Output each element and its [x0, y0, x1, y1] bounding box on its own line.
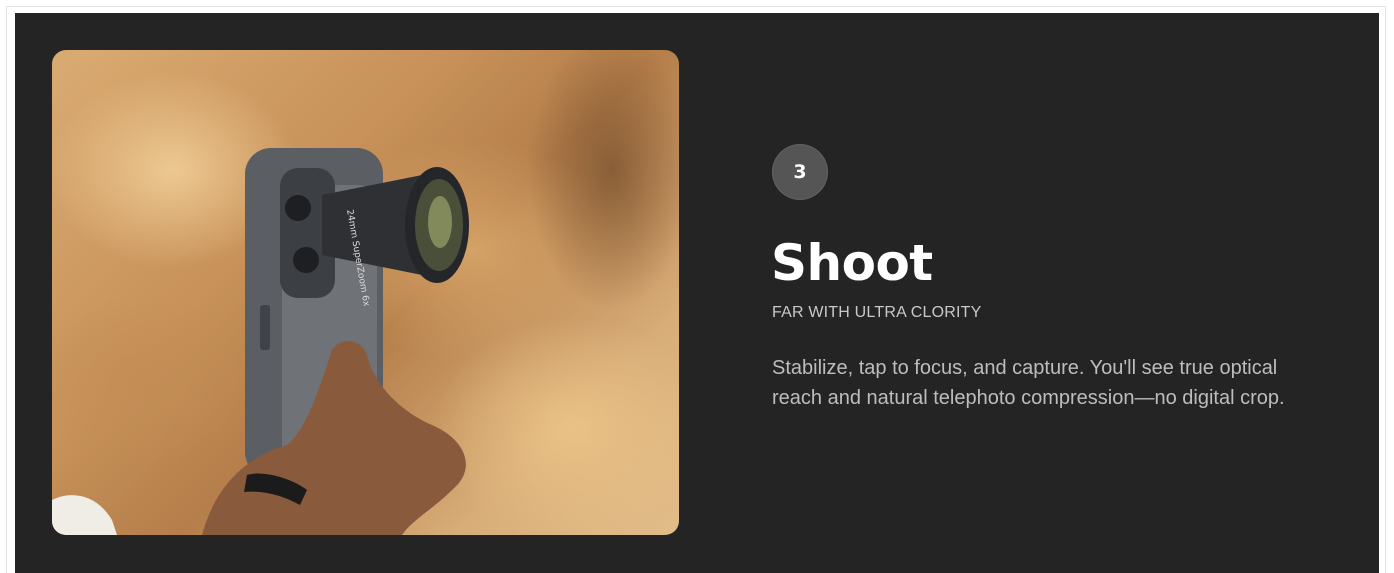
step-title: Shoot [771, 234, 933, 292]
phone-side-button [260, 305, 270, 350]
phone-with-lens-illustration: 24mm SuperZoom 6x [52, 148, 469, 535]
camera-lens-1 [285, 195, 311, 221]
camera-lens-2 [293, 247, 319, 273]
step-section: 24mm SuperZoom 6x 3 Shoot FAR WITH ULTRA… [15, 13, 1379, 573]
hand [202, 340, 466, 535]
lens-reflection [428, 196, 452, 248]
step-number-badge: 3 [772, 144, 828, 200]
step-description: Stabilize, tap to focus, and capture. Yo… [772, 357, 1285, 409]
product-photo: 24mm SuperZoom 6x [52, 50, 679, 535]
sleeve [52, 495, 117, 535]
step-subtitle: FAR WITH ULTRA CLORITY [772, 304, 982, 321]
